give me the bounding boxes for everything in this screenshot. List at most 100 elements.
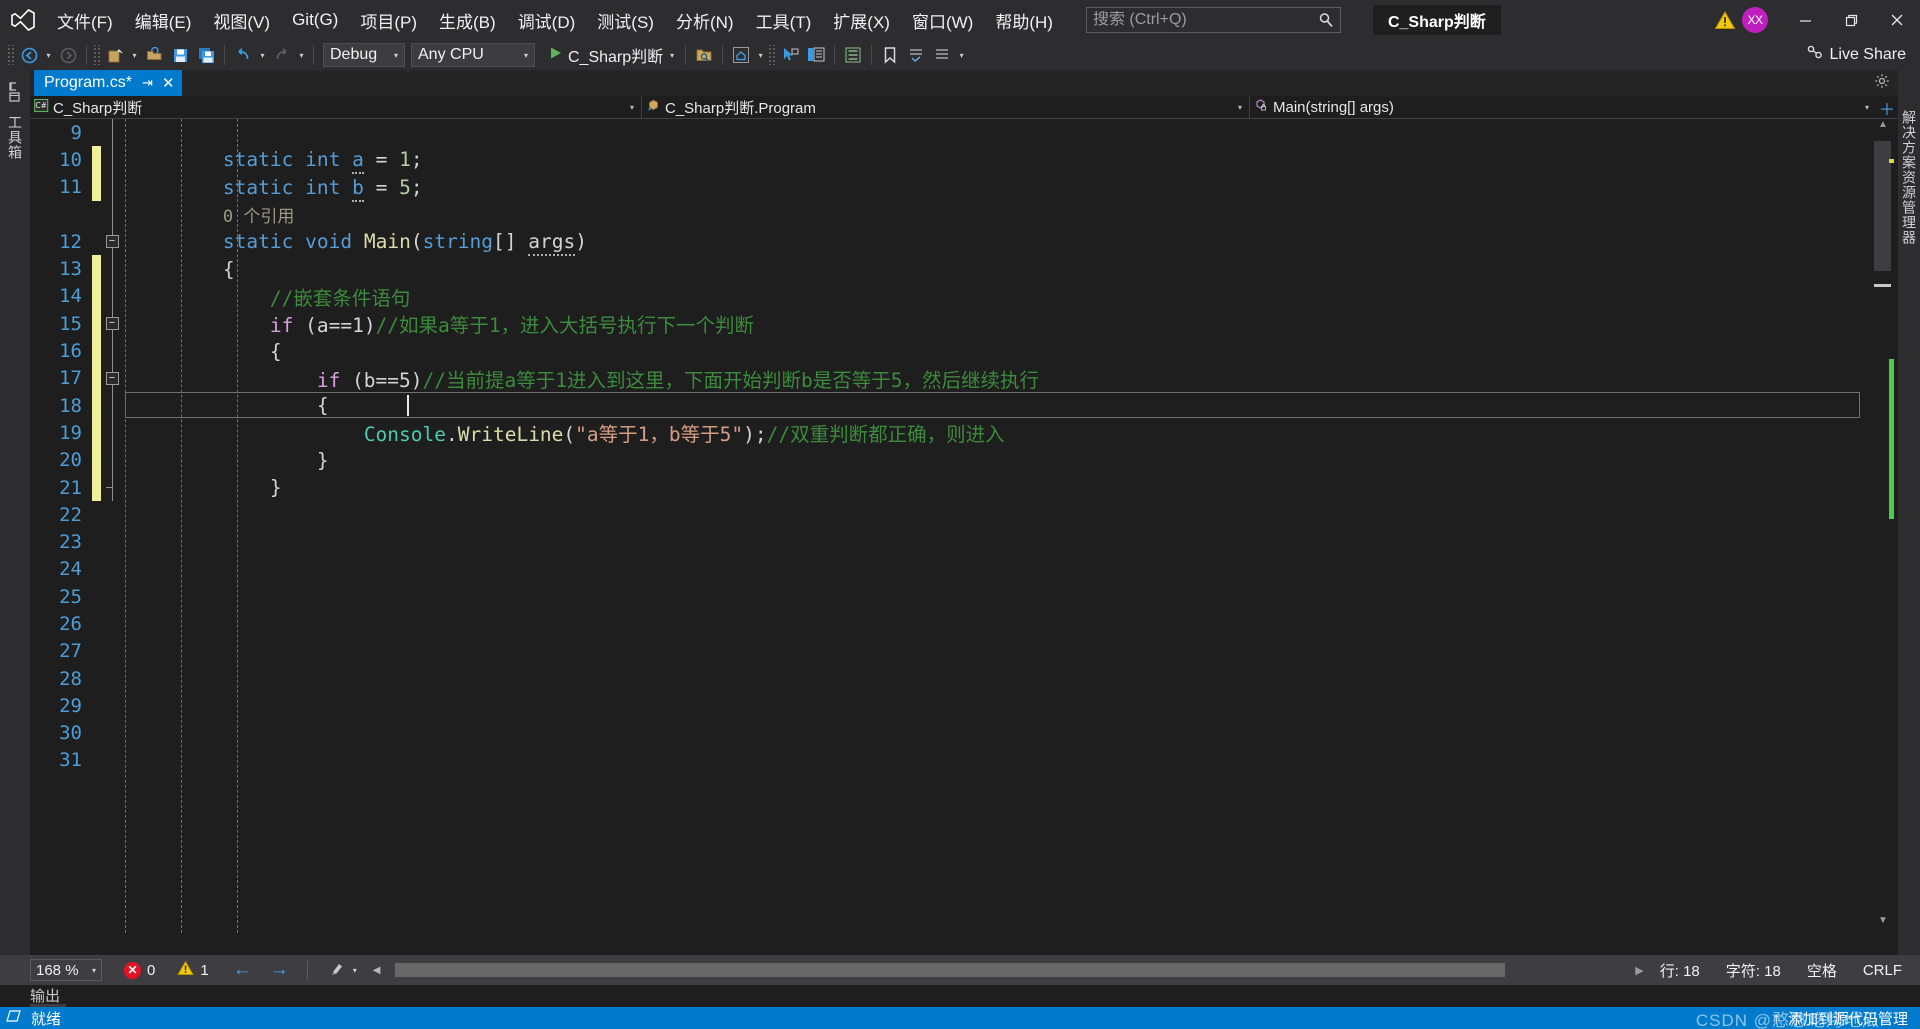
code-line[interactable]: 9 [30, 119, 1868, 147]
code-surface[interactable]: 9 10 static int a = 1; 11 static int b =… [30, 119, 1868, 933]
outline-gutter[interactable]: − [101, 364, 123, 392]
codelens-reference-count[interactable]: 0 个引用 [223, 207, 294, 227]
char-indicator[interactable]: 字符: 18 [1726, 960, 1781, 981]
arrow-left-icon[interactable]: ← [233, 959, 252, 981]
code-line[interactable]: 30 [30, 720, 1868, 747]
error-count-item[interactable]: ✕ 0 [124, 961, 155, 979]
indentation-indicator[interactable]: 空格 [1807, 960, 1837, 981]
toolbar-grip-2[interactable] [92, 45, 100, 65]
navigate-back-icon[interactable] [16, 43, 42, 67]
navbar-member-dropdown[interactable]: Main(string[] args) ▾ [1250, 96, 1876, 119]
home-caret[interactable]: ▾ [754, 43, 767, 67]
brush-tool[interactable]: ▾ [330, 960, 357, 980]
close-icon[interactable] [1874, 0, 1920, 40]
menu-extensions[interactable]: 扩展(X) [822, 0, 901, 40]
search-box[interactable] [1085, 7, 1341, 33]
new-project-caret[interactable]: ▾ [128, 43, 141, 67]
save-icon[interactable] [167, 43, 193, 67]
outline-gutter[interactable]: − [101, 310, 123, 338]
navigate-back-caret[interactable]: ▾ [42, 43, 55, 67]
fold-toggle-icon[interactable]: − [105, 317, 119, 331]
add-icon[interactable]: ＋ [1876, 96, 1898, 119]
undo-icon[interactable] [230, 43, 256, 67]
toolbar-grip[interactable] [6, 45, 14, 65]
code-line[interactable]: 14 //嵌套条件语句 [30, 282, 1868, 311]
layout-panel-icon[interactable] [803, 43, 829, 67]
menu-test[interactable]: 测试(S) [586, 0, 665, 40]
tab-close-icon[interactable]: ✕ [162, 74, 175, 92]
run-caret-icon[interactable]: ▾ [670, 51, 674, 60]
menu-edit[interactable]: 编辑(E) [124, 0, 203, 40]
restore-icon[interactable] [1828, 0, 1874, 40]
comment-icon[interactable] [903, 43, 929, 67]
eol-indicator[interactable]: CRLF [1863, 962, 1902, 979]
fold-toggle-icon[interactable]: − [105, 235, 119, 249]
home-icon[interactable] [728, 43, 754, 67]
code-line[interactable]: 15 − if (a==1)//如果a等于1，进入大括号执行下一个判断 [30, 310, 1868, 338]
find-in-files-icon[interactable] [691, 43, 717, 67]
menu-file[interactable]: 文件(F) [46, 0, 124, 40]
solution-explorer-rail[interactable]: 解决方案资源管理器 [1898, 70, 1920, 955]
code-line[interactable]: 31 [30, 747, 1868, 774]
arrow-right-icon[interactable]: → [270, 959, 289, 981]
warning-count-item[interactable]: 1 [177, 960, 209, 980]
solution-name-chip[interactable]: C_Sharp判断 [1372, 5, 1501, 35]
start-debug-button[interactable]: C_Sharp判断 ▾ [543, 43, 680, 67]
code-line[interactable]: 27 [30, 638, 1868, 665]
line-indicator[interactable]: 行: 18 [1660, 960, 1700, 981]
pin-icon[interactable]: ⇥ [142, 75, 153, 91]
code-line[interactable]: 13 { [30, 255, 1868, 283]
navigate-forward-icon[interactable] [55, 43, 81, 67]
menu-view[interactable]: 视图(V) [202, 0, 281, 40]
configuration-combo[interactable]: Debug ▾ [323, 43, 405, 67]
menu-window[interactable]: 窗口(W) [901, 0, 984, 40]
hscroll-thumb[interactable] [394, 963, 1505, 977]
tab-program-cs[interactable]: Program.cs* ⇥ ✕ [34, 70, 182, 96]
code-line[interactable]: 11 static int b = 5; [30, 173, 1868, 202]
code-line[interactable]: 19 Console.WriteLine("a等于1，b等于5");//双重判断… [30, 419, 1868, 447]
bookmark-icon[interactable] [877, 43, 903, 67]
scroll-down-icon[interactable]: ▼ [1874, 915, 1892, 933]
live-share-button[interactable]: Live Share [1806, 44, 1906, 66]
outline-gutter[interactable]: − [101, 228, 123, 256]
code-line[interactable]: 25 [30, 583, 1868, 610]
code-line[interactable]: 26 [30, 610, 1868, 637]
code-editor[interactable]: 9 10 static int a = 1; 11 static int b =… [30, 119, 1898, 955]
new-project-icon[interactable] [102, 43, 128, 67]
menu-git[interactable]: Git(G) [281, 0, 349, 40]
source-control-status[interactable]: ↑ 添加到源代码管理 [1772, 1008, 1920, 1029]
minimize-icon[interactable] [1782, 0, 1828, 40]
gear-icon[interactable] [1874, 73, 1890, 94]
code-line[interactable]: 29 [30, 692, 1868, 719]
editor-horizontal-scrollbar[interactable]: ◀ [372, 963, 1636, 977]
save-all-icon[interactable] [193, 43, 219, 67]
code-line[interactable]: 28 [30, 665, 1868, 692]
redo-caret[interactable]: ▾ [295, 43, 308, 67]
uncomment-icon[interactable] [929, 43, 955, 67]
code-line[interactable]: 21 } [30, 473, 1868, 502]
code-line[interactable]: 12 − static void Main(string[] args) [30, 228, 1868, 257]
code-line-current[interactable]: 18 { [30, 391, 1868, 420]
redo-icon[interactable] [269, 43, 295, 67]
tab-output[interactable]: 输出 [30, 985, 60, 1006]
code-line[interactable]: 24 [30, 556, 1868, 583]
undo-caret[interactable]: ▾ [256, 43, 269, 67]
menu-project[interactable]: 项目(P) [349, 0, 428, 40]
hscroll-right-icon[interactable]: ▶ [1635, 964, 1643, 977]
search-input[interactable] [1092, 11, 1318, 29]
fold-toggle-icon[interactable]: − [105, 371, 119, 385]
code-line[interactable]: 17 − if (b==5)//当前提a等于1进入到这里，下面开始判断b是否等于… [30, 364, 1868, 392]
codelens-line[interactable]: 0 个引用 [30, 200, 1868, 229]
menu-analyze[interactable]: 分析(N) [665, 0, 745, 40]
platform-combo[interactable]: Any CPU ▾ [411, 43, 535, 67]
editor-vertical-scrollbar[interactable]: ▲ ▼ [1868, 119, 1898, 933]
align-icon[interactable] [840, 43, 866, 67]
toolbar-grip-3[interactable] [767, 45, 776, 65]
avatar[interactable]: XX [1742, 7, 1768, 33]
open-file-icon[interactable] [141, 43, 167, 67]
navbar-project-dropdown[interactable]: C# C_Sharp判断 ▾ [30, 96, 642, 119]
warning-triangle-icon[interactable] [1712, 7, 1738, 33]
hscroll-left-icon[interactable]: ◀ [373, 965, 381, 976]
toolbox-rail[interactable]: 工具箱 [0, 70, 30, 955]
select-element-icon[interactable] [777, 43, 803, 67]
